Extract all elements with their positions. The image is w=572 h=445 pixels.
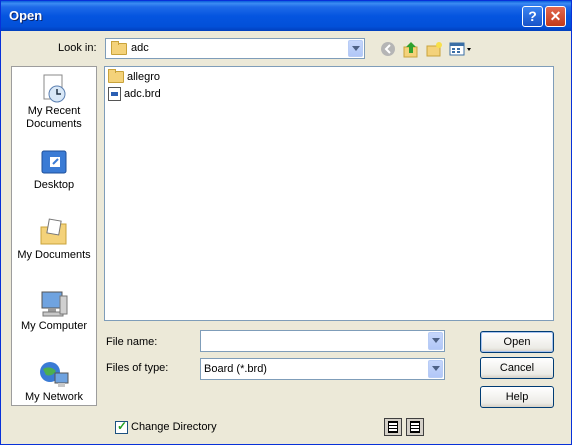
back-icon xyxy=(381,42,395,56)
place-my-documents[interactable]: My Documents xyxy=(12,217,96,262)
view-menu-button[interactable] xyxy=(449,40,473,58)
folder-icon xyxy=(111,41,127,55)
my-network-icon xyxy=(38,359,70,389)
file-name-input[interactable] xyxy=(203,333,425,347)
files-of-type-select[interactable]: Board (*.brd) xyxy=(200,358,445,380)
file-name-label: File name: xyxy=(106,336,158,348)
folder-icon xyxy=(108,69,124,84)
place-recent-documents[interactable]: My Recent Documents xyxy=(12,73,96,131)
file-name: adc.brd xyxy=(124,88,161,100)
file-name-combo[interactable] xyxy=(200,330,445,352)
window-title: Open xyxy=(9,8,43,23)
view-menu-icon xyxy=(449,42,471,56)
close-button[interactable]: ✕ xyxy=(545,6,566,27)
look-in-combo[interactable]: adc xyxy=(105,38,365,59)
brd-file-icon xyxy=(108,87,121,102)
place-my-network[interactable]: My Network xyxy=(12,359,96,404)
place-label: My Network xyxy=(24,391,84,403)
up-folder-button[interactable] xyxy=(402,40,420,58)
place-my-computer[interactable]: My Computer xyxy=(12,288,96,333)
file-name: allegro xyxy=(127,71,161,83)
recent-documents-icon xyxy=(38,73,70,103)
change-directory-checkbox[interactable] xyxy=(115,419,128,434)
help-button[interactable]: Help xyxy=(480,386,554,408)
files-of-type-label: Files of type: xyxy=(106,362,169,374)
file-list[interactable]: allegro adc.brd xyxy=(104,66,554,321)
open-button[interactable]: Open xyxy=(480,331,554,353)
title-bar[interactable]: Open ? ✕ xyxy=(1,1,571,31)
cancel-button[interactable]: Cancel xyxy=(480,357,554,379)
sidebar-view-button-2[interactable] xyxy=(406,418,424,436)
new-folder-button[interactable] xyxy=(425,40,443,58)
new-folder-icon xyxy=(426,42,442,57)
change-directory-label: Change Directory xyxy=(131,421,217,433)
place-label: My Recent Documents xyxy=(26,105,82,130)
help-title-button[interactable]: ? xyxy=(522,6,543,27)
my-computer-icon xyxy=(38,288,70,318)
look-in-dropdown-button[interactable] xyxy=(348,40,363,57)
look-in-label: Look in: xyxy=(58,42,97,54)
place-desktop[interactable]: Desktop xyxy=(12,147,96,192)
up-folder-icon xyxy=(403,42,418,58)
places-bar: My Recent Documents Desktop My Documents… xyxy=(11,66,97,406)
back-button[interactable] xyxy=(380,40,396,58)
list-item[interactable]: adc.brd xyxy=(108,86,161,102)
files-of-type-dropdown-button[interactable] xyxy=(428,360,443,378)
place-label: Desktop xyxy=(33,179,75,191)
list-item[interactable]: allegro xyxy=(108,69,160,85)
look-in-value: adc xyxy=(131,42,149,54)
open-dialog: Open ? ✕ Look in: adc My Recent Document… xyxy=(0,0,572,445)
place-label: My Computer xyxy=(20,320,88,332)
sidebar-view-button[interactable] xyxy=(384,418,402,436)
my-documents-icon xyxy=(38,217,70,247)
files-of-type-value: Board (*.brd) xyxy=(204,363,267,375)
place-label: My Documents xyxy=(17,249,91,261)
file-name-dropdown-button[interactable] xyxy=(428,332,443,350)
desktop-icon xyxy=(38,147,70,177)
